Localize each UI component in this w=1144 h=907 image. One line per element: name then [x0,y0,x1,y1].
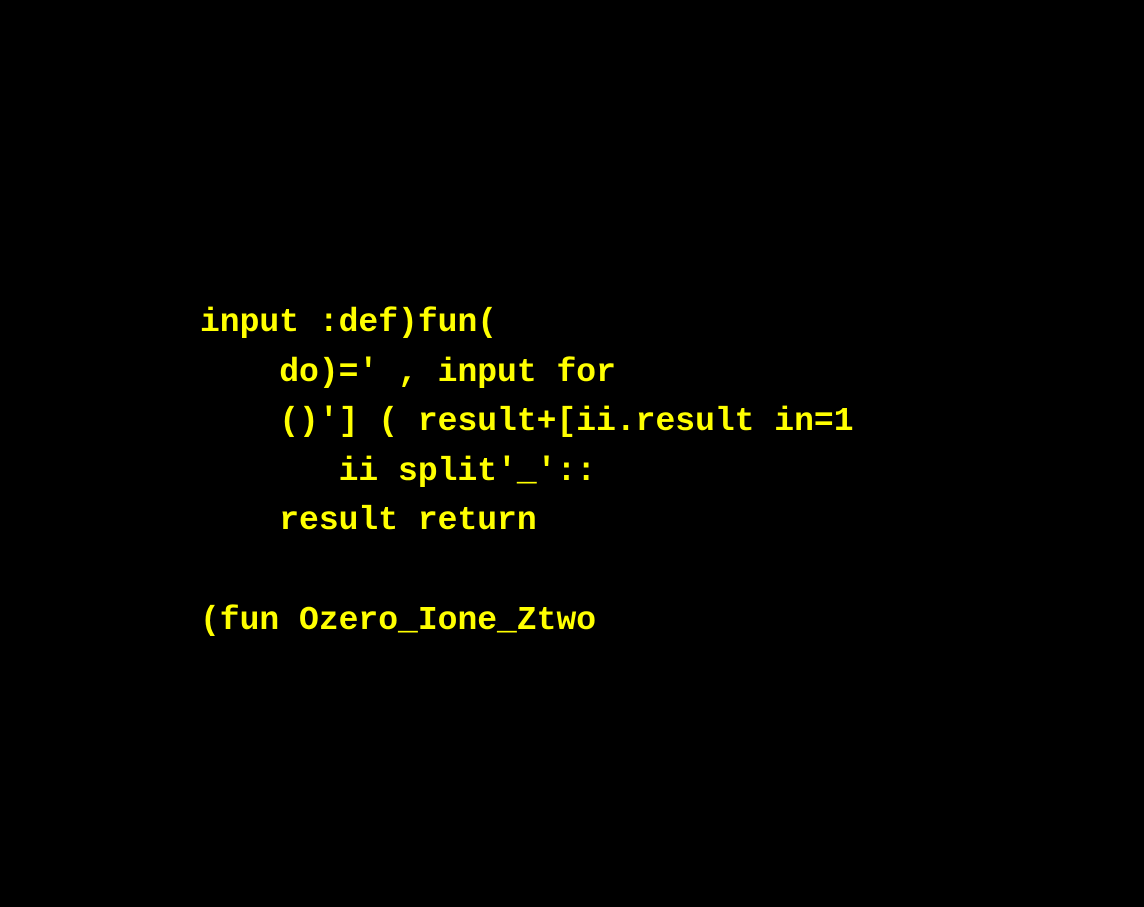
code-line-3: ()'] ( result+[ii.result in=1 [200,403,854,441]
code-line-5: result return [200,502,537,540]
code-block: input :def)fun( do)=' , input for ()'] (… [200,298,854,645]
code-line-7: (fun Ozero_Ione_Ztwo [200,601,597,639]
code-screen: input :def)fun( do)=' , input for ()'] (… [0,0,1144,907]
code-line-2: do)=' , input for [200,353,616,391]
code-line-4: ii split'_':: [200,452,597,490]
code-line-1: input :def)fun( [200,304,498,341]
